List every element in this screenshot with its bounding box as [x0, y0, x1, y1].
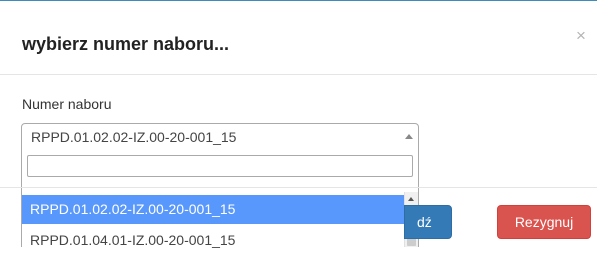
- dropdown-option[interactable]: RPPD.01.02.02-IZ.00-20-001_15: [22, 195, 405, 224]
- scroll-up-arrow-icon[interactable]: [408, 197, 414, 201]
- dropdown-option[interactable]: RPPD.01.04.01-IZ.00-20-001_15: [22, 226, 405, 255]
- dropdown-search-input[interactable]: [27, 155, 413, 177]
- confirm-button[interactable]: dź: [404, 205, 452, 239]
- selected-value: RPPD.01.02.02-IZ.00-20-001_15: [31, 129, 237, 145]
- select-dropdown: RPPD.01.02.02-IZ.00-20-001_15 RPPD.01.04…: [21, 150, 419, 248]
- cancel-button[interactable]: Rezygnuj: [497, 205, 591, 239]
- caret-up-icon[interactable]: [405, 134, 413, 139]
- modal-title: wybierz numer naboru...: [22, 34, 230, 54]
- footer-divider: [0, 187, 597, 188]
- modal-header: wybierz numer naboru... ×: [0, 1, 597, 75]
- recruitment-number-select[interactable]: RPPD.01.02.02-IZ.00-20-001_15: [21, 123, 419, 151]
- recruitment-modal: wybierz numer naboru... × Numer naboru R…: [0, 0, 597, 248]
- recruitment-number-label: Numer naboru: [22, 96, 112, 112]
- close-icon[interactable]: ×: [576, 27, 586, 44]
